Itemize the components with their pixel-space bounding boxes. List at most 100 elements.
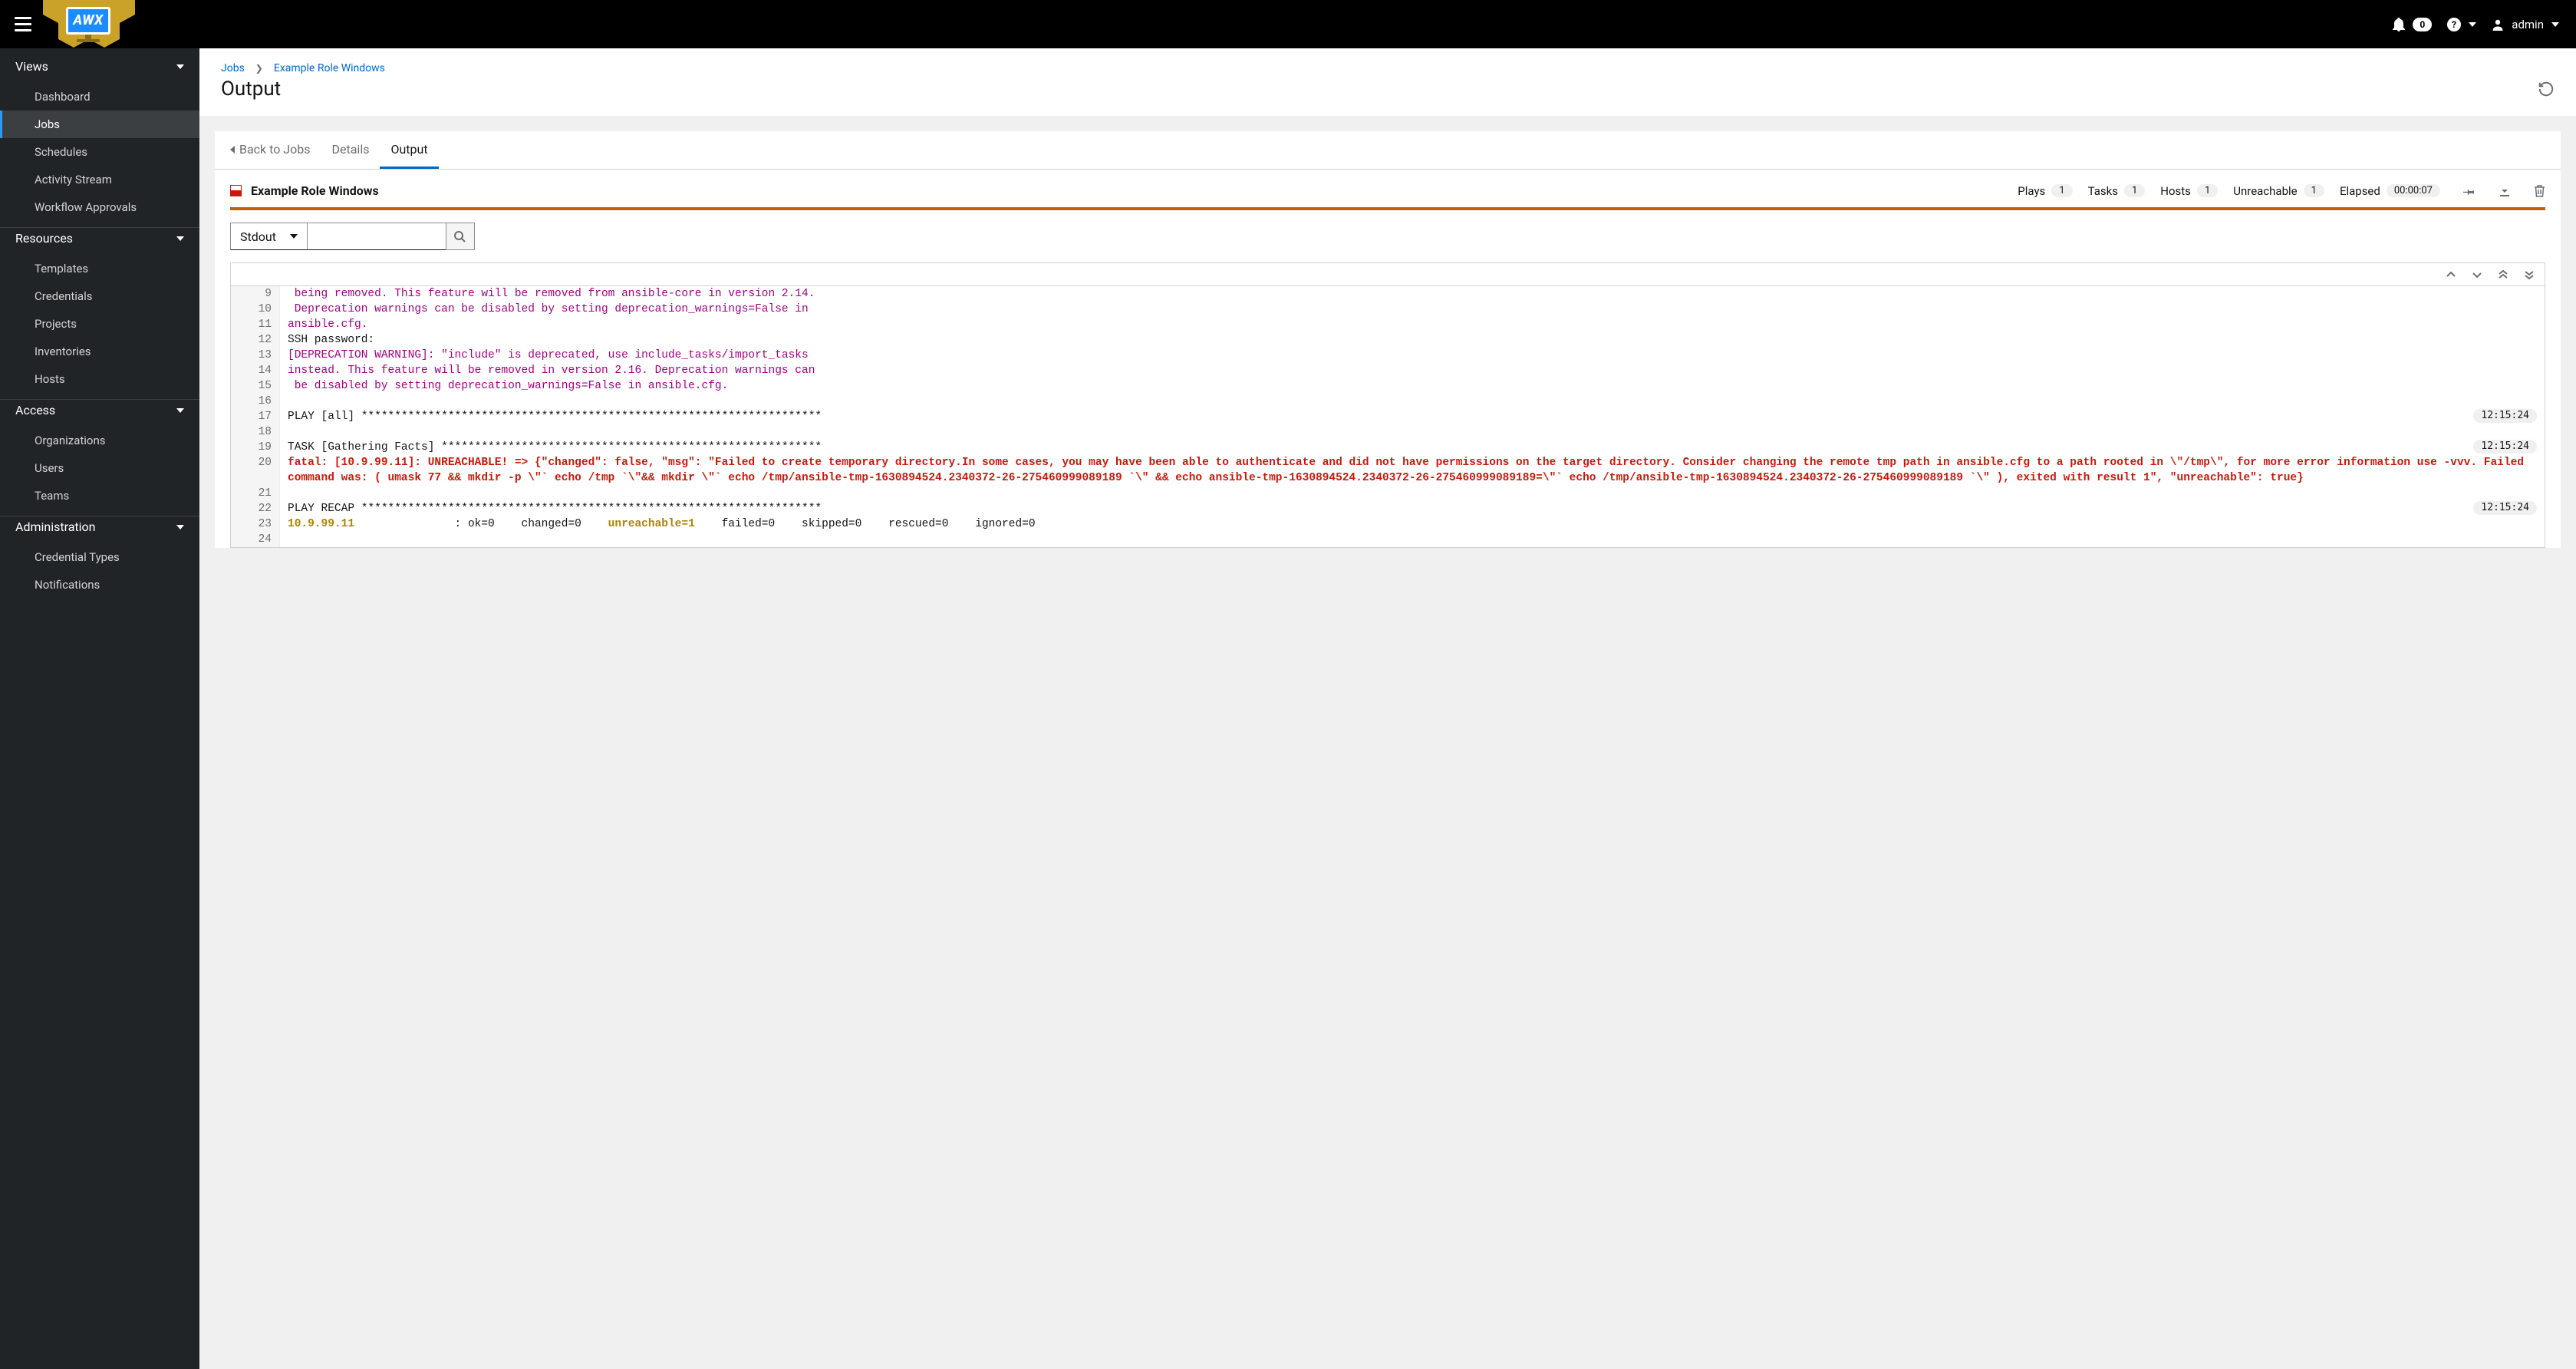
sidebar-item-organizations[interactable]: Organizations: [0, 427, 199, 454]
notifications-button[interactable]: 0: [2393, 18, 2432, 31]
output-line[interactable]: 13[DEPRECATION WARNING]: "include" is de…: [231, 348, 2545, 363]
delete-button[interactable]: [2534, 184, 2545, 197]
sidebar-section-views[interactable]: Views: [0, 48, 199, 83]
sidebar-item-notifications[interactable]: Notifications: [0, 571, 199, 599]
sidebar-item-dashboard[interactable]: Dashboard: [0, 83, 199, 111]
hamburger-menu[interactable]: [0, 0, 46, 48]
job-actions: [2463, 184, 2545, 197]
output-line[interactable]: 22PLAY RECAP ***************************…: [231, 501, 2545, 516]
line-number: 19: [231, 440, 280, 455]
sidebar-section-administration[interactable]: Administration: [0, 516, 199, 543]
sidebar-item-projects[interactable]: Projects: [0, 310, 199, 338]
caret-down-icon: [2469, 22, 2476, 27]
job-summary-row: Example Role Windows Plays1Tasks1Hosts1U…: [215, 170, 2561, 207]
sidebar-item-credentials[interactable]: Credentials: [0, 282, 199, 310]
main-content: Jobs ❯ Example Role Windows Output Back …: [199, 48, 2576, 1369]
sidebar: ViewsDashboardJobsSchedulesActivity Stre…: [0, 48, 199, 1369]
stat-hosts: Hosts1: [2160, 184, 2218, 198]
pin-button[interactable]: [2463, 185, 2476, 197]
search-input[interactable]: [308, 223, 446, 249]
sidebar-item-teams[interactable]: Teams: [0, 482, 199, 510]
chevron-down-icon: [176, 408, 184, 413]
output-line[interactable]: 12SSH password:: [231, 332, 2545, 348]
output-line[interactable]: 19TASK [Gathering Facts] ***************…: [231, 440, 2545, 455]
line-content: [280, 394, 2545, 409]
tabs: Back to Jobs Details Output: [215, 131, 2561, 170]
output-line[interactable]: 18: [231, 424, 2545, 440]
awx-logo[interactable]: AWX: [46, 2, 130, 48]
page-title: Output: [221, 78, 281, 101]
output-line[interactable]: 15 be disabled by setting deprecation_wa…: [231, 378, 2545, 394]
output-lines[interactable]: 9 being removed. This feature will be re…: [231, 286, 2545, 547]
output-line[interactable]: 14instead. This feature will be removed …: [231, 363, 2545, 378]
user-icon: [2492, 18, 2504, 31]
sidebar-item-jobs[interactable]: Jobs: [0, 111, 199, 138]
sidebar-section-access[interactable]: Access: [0, 399, 199, 427]
output-line[interactable]: 2310.9.99.11 : ok=0 changed=0 unreachabl…: [231, 516, 2545, 532]
line-number: 23: [231, 516, 280, 532]
chevron-down-icon: [176, 64, 184, 69]
output-line[interactable]: 16: [231, 394, 2545, 409]
line-number: 12: [231, 332, 280, 348]
line-number: 9: [231, 286, 280, 302]
tab-details[interactable]: Details: [321, 131, 380, 169]
sidebar-item-activity-stream[interactable]: Activity Stream: [0, 166, 199, 193]
download-button[interactable]: [2499, 185, 2511, 197]
timestamp-badge: 12:15:24: [2473, 409, 2537, 423]
search-button[interactable]: [446, 223, 475, 250]
output-toolbar: [231, 263, 2545, 286]
help-menu[interactable]: ?: [2447, 18, 2476, 31]
job-name: Example Role Windows: [251, 183, 379, 198]
tab-output[interactable]: Output: [380, 131, 438, 169]
output-filter-dropdown[interactable]: Stdout: [230, 223, 308, 250]
output-line[interactable]: 24: [231, 532, 2545, 547]
line-content: being removed. This feature will be remo…: [280, 286, 2545, 302]
line-number: 11: [231, 317, 280, 332]
sidebar-item-hosts[interactable]: Hosts: [0, 365, 199, 393]
line-content: [280, 486, 2545, 501]
sidebar-item-templates[interactable]: Templates: [0, 255, 199, 282]
svg-text:?: ?: [2452, 19, 2456, 30]
elapsed-label: Elapsed: [2340, 184, 2380, 198]
scroll-down-button[interactable]: [2472, 271, 2482, 279]
username: admin: [2512, 18, 2544, 31]
line-content: SSH password:: [280, 332, 2545, 348]
chevron-down-icon: [176, 236, 184, 241]
dropdown-label: Stdout: [240, 229, 276, 244]
line-number: 18: [231, 424, 280, 440]
output-line[interactable]: 9 being removed. This feature will be re…: [231, 286, 2545, 302]
page-header: Jobs ❯ Example Role Windows Output: [199, 48, 2576, 116]
chevron-down-icon: [176, 525, 184, 529]
sidebar-section-resources[interactable]: Resources: [0, 227, 199, 255]
breadcrumb-jobs[interactable]: Jobs: [221, 62, 245, 74]
line-content: [DEPRECATION WARNING]: "include" is depr…: [280, 348, 2545, 363]
sidebar-item-workflow-approvals[interactable]: Workflow Approvals: [0, 193, 199, 221]
scroll-top-button[interactable]: [2499, 270, 2508, 279]
line-number: 16: [231, 394, 280, 409]
line-content: ansible.cfg.: [280, 317, 2545, 332]
scroll-up-button[interactable]: [2446, 271, 2456, 279]
search-input-wrap: [308, 223, 446, 250]
caret-down-icon: [290, 234, 298, 239]
user-menu[interactable]: admin: [2492, 18, 2559, 31]
line-content: be disabled by setting deprecation_warni…: [280, 378, 2545, 394]
output-line[interactable]: 20fatal: [10.9.99.11]: UNREACHABLE! => {…: [231, 455, 2545, 486]
relaunch-button[interactable]: [2538, 81, 2555, 97]
breadcrumb: Jobs ❯ Example Role Windows: [221, 62, 2555, 74]
line-number: 21: [231, 486, 280, 501]
line-number: 13: [231, 348, 280, 363]
output-line[interactable]: 10 Deprecation warnings can be disabled …: [231, 302, 2545, 317]
output-line[interactable]: 21: [231, 486, 2545, 501]
line-content: PLAY RECAP *****************************…: [280, 501, 2545, 516]
breadcrumb-current[interactable]: Example Role Windows: [274, 62, 385, 74]
output-line[interactable]: 17PLAY [all] ***************************…: [231, 409, 2545, 424]
output-line[interactable]: 11ansible.cfg.: [231, 317, 2545, 332]
line-content: TASK [Gathering Facts] *****************…: [280, 440, 2545, 455]
sidebar-item-users[interactable]: Users: [0, 454, 199, 482]
sidebar-item-inventories[interactable]: Inventories: [0, 338, 199, 365]
sidebar-item-credential-types[interactable]: Credential Types: [0, 543, 199, 571]
back-to-jobs[interactable]: Back to Jobs: [230, 131, 321, 169]
scroll-bottom-button[interactable]: [2525, 270, 2534, 279]
sidebar-item-schedules[interactable]: Schedules: [0, 138, 199, 166]
line-content: instead. This feature will be removed in…: [280, 363, 2545, 378]
